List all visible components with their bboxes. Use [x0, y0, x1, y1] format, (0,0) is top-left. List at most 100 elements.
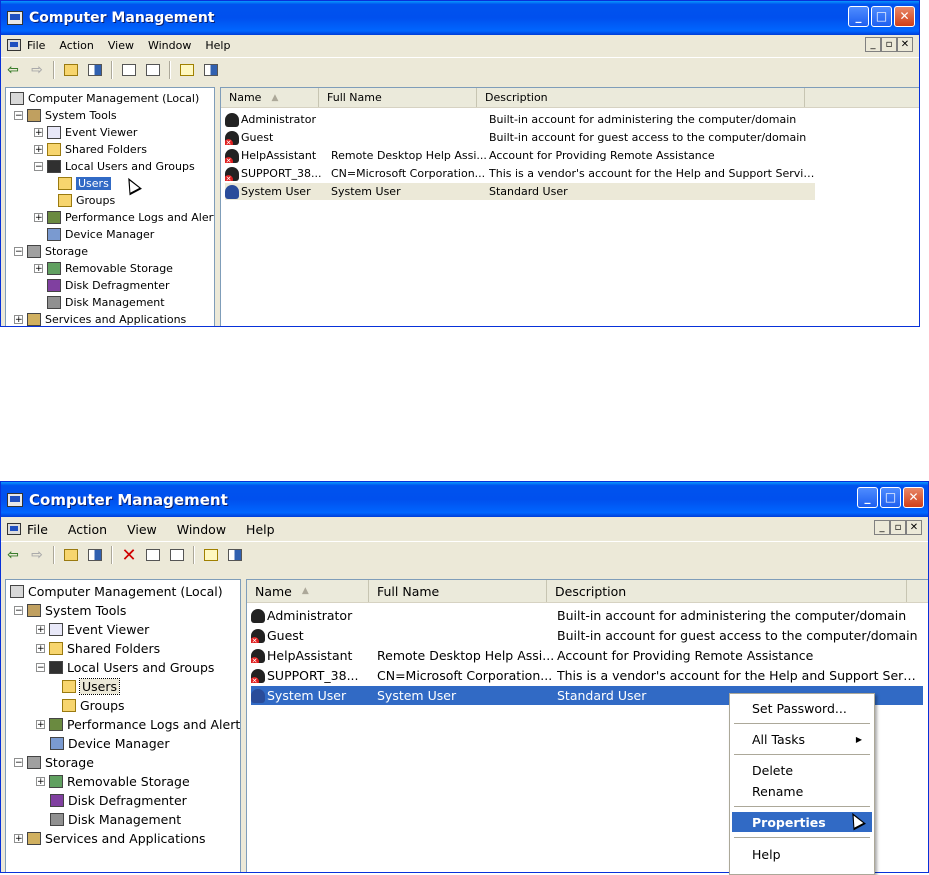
show-hide-action-pane-icon[interactable] — [225, 546, 245, 564]
menu-item-delete[interactable]: Delete — [732, 760, 872, 780]
column-header-name[interactable]: Name ▲ — [221, 88, 319, 107]
menu-item-help[interactable]: Help — [732, 844, 872, 864]
properties-icon[interactable] — [143, 546, 163, 564]
tree-node-shared-folders[interactable]: + Shared Folders — [36, 641, 160, 656]
mdi-restore-button[interactable]: ▫ — [881, 37, 897, 52]
mdi-minimize-button[interactable]: _ — [865, 37, 881, 52]
column-header-full-name[interactable]: Full Name — [319, 88, 477, 107]
tree-node-root[interactable]: Computer Management (Local) — [10, 92, 199, 105]
tree-node-groups[interactable]: Groups — [62, 698, 125, 713]
title-bar[interactable]: Computer Management _ □ ✕ — [1, 1, 919, 35]
system-menu-icon[interactable] — [7, 523, 21, 535]
tree-node-local-users-groups[interactable]: − Local Users and Groups — [34, 160, 195, 173]
expand-toggle[interactable]: + — [34, 145, 43, 155]
table-row[interactable]: HelpAssistant Remote Desktop Help Assi..… — [251, 646, 923, 665]
mdi-minimize-button[interactable]: _ — [874, 520, 890, 535]
menu-action[interactable]: Action — [59, 39, 93, 52]
refresh-icon[interactable] — [119, 61, 139, 79]
close-button[interactable]: ✕ — [894, 6, 915, 27]
table-row[interactable]: SUPPORT_38... CN=Microsoft Corporation..… — [225, 165, 815, 182]
menu-view[interactable]: View — [127, 522, 157, 537]
expand-toggle[interactable]: + — [36, 625, 45, 635]
help-icon[interactable] — [201, 546, 221, 564]
collapse-toggle[interactable]: − — [14, 247, 23, 257]
expand-toggle[interactable]: + — [36, 720, 45, 730]
maximize-button[interactable]: □ — [871, 6, 892, 27]
expand-toggle[interactable]: + — [14, 834, 23, 844]
expand-toggle[interactable]: + — [34, 128, 43, 138]
tree-node-storage[interactable]: − Storage — [14, 755, 94, 770]
title-bar[interactable]: Computer Management _ □ ✕ — [1, 482, 928, 517]
expand-toggle[interactable]: + — [34, 213, 43, 223]
tree-node-performance-logs[interactable]: + Performance Logs and Alerts — [34, 211, 214, 224]
tree-node-local-users-groups[interactable]: − Local Users and Groups — [36, 660, 214, 675]
menu-window[interactable]: Window — [148, 39, 191, 52]
show-hide-action-pane-icon[interactable] — [201, 61, 221, 79]
tree-node-shared-folders[interactable]: + Shared Folders — [34, 143, 147, 156]
close-button[interactable]: ✕ — [903, 487, 924, 508]
forward-arrow-icon[interactable]: ⇨ — [27, 61, 47, 79]
tree-node-groups[interactable]: Groups — [58, 194, 115, 207]
minimize-button[interactable]: _ — [857, 487, 878, 508]
table-row[interactable]: Administrator Built-in account for admin… — [225, 111, 815, 128]
up-one-level-icon[interactable] — [61, 546, 81, 564]
system-menu-icon[interactable] — [7, 39, 21, 51]
expand-toggle[interactable]: + — [36, 644, 45, 654]
tree-node-system-tools[interactable]: − System Tools — [14, 603, 126, 618]
tree-node-event-viewer[interactable]: + Event Viewer — [34, 126, 137, 139]
export-list-icon[interactable] — [143, 61, 163, 79]
expand-toggle[interactable]: + — [36, 777, 45, 787]
tree-node-root[interactable]: Computer Management (Local) — [10, 584, 223, 599]
collapse-toggle[interactable]: − — [14, 111, 23, 121]
tree-node-event-viewer[interactable]: + Event Viewer — [36, 622, 149, 637]
tree-node-removable-storage[interactable]: + Removable Storage — [36, 774, 190, 789]
maximize-button[interactable]: □ — [880, 487, 901, 508]
minimize-button[interactable]: _ — [848, 6, 869, 27]
tree-node-performance-logs[interactable]: + Performance Logs and Alerts — [36, 717, 240, 732]
tree-node-device-manager[interactable]: Device Manager — [50, 736, 170, 751]
menu-help[interactable]: Help — [246, 522, 275, 537]
tree-node-device-manager[interactable]: Device Manager — [47, 228, 154, 241]
tree-node-removable-storage[interactable]: + Removable Storage — [34, 262, 173, 275]
forward-arrow-icon[interactable]: ⇨ — [27, 546, 47, 564]
tree-node-disk-management[interactable]: Disk Management — [47, 296, 165, 309]
menu-file[interactable]: File — [27, 522, 48, 537]
expand-toggle[interactable]: + — [34, 264, 43, 274]
mdi-close-button[interactable]: ✕ — [897, 37, 913, 52]
menu-item-all-tasks[interactable]: All Tasks ▶ — [732, 729, 872, 749]
delete-icon[interactable]: ✕ — [119, 545, 139, 566]
column-header-description[interactable]: Description — [547, 580, 907, 602]
tree-node-services-apps[interactable]: + Services and Applications — [14, 313, 186, 326]
table-row[interactable]: HelpAssistant Remote Desktop Help Assi..… — [225, 147, 815, 164]
up-one-level-icon[interactable] — [61, 61, 81, 79]
collapse-toggle[interactable]: − — [36, 663, 45, 673]
show-hide-tree-icon[interactable] — [85, 546, 105, 564]
menu-action[interactable]: Action — [68, 522, 107, 537]
back-arrow-icon[interactable]: ⇦ — [3, 546, 23, 564]
export-list-icon[interactable] — [167, 546, 187, 564]
collapse-toggle[interactable]: − — [34, 162, 43, 172]
menu-item-set-password[interactable]: Set Password... — [732, 698, 872, 718]
menu-help[interactable]: Help — [205, 39, 230, 52]
tree-node-users[interactable]: Users — [62, 678, 121, 695]
back-arrow-icon[interactable]: ⇦ — [3, 61, 23, 79]
table-row[interactable]: SUPPORT_38... CN=Microsoft Corporation..… — [251, 666, 923, 685]
mdi-restore-button[interactable]: ▫ — [890, 520, 906, 535]
tree-node-users[interactable]: Users — [58, 177, 111, 190]
tree-node-disk-management[interactable]: Disk Management — [50, 812, 181, 827]
collapse-toggle[interactable]: − — [14, 758, 23, 768]
table-row[interactable]: Administrator Built-in account for admin… — [251, 606, 923, 625]
menu-window[interactable]: Window — [177, 522, 226, 537]
show-hide-tree-icon[interactable] — [85, 61, 105, 79]
tree-node-system-tools[interactable]: − System Tools — [14, 109, 117, 122]
mdi-close-button[interactable]: ✕ — [906, 520, 922, 535]
tree-node-disk-defragmenter[interactable]: Disk Defragmenter — [50, 793, 187, 808]
expand-toggle[interactable]: + — [14, 315, 23, 325]
table-row[interactable]: Guest Built-in account for guest access … — [251, 626, 923, 645]
tree-node-services-apps[interactable]: + Services and Applications — [14, 831, 206, 846]
tree-node-storage[interactable]: − Storage — [14, 245, 88, 258]
column-header-name[interactable]: Name ▲ — [247, 580, 369, 602]
tree-node-disk-defragmenter[interactable]: Disk Defragmenter — [47, 279, 170, 292]
collapse-toggle[interactable]: − — [14, 606, 23, 616]
menu-view[interactable]: View — [108, 39, 134, 52]
